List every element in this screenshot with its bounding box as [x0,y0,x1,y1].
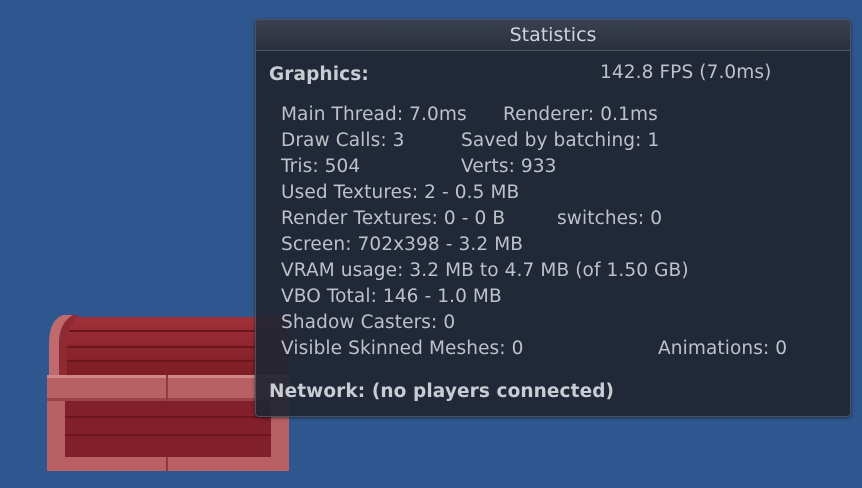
vram-usage-stat: VRAM usage: 3.2 MB to 4.7 MB (of 1.50 GB… [281,260,689,281]
statistics-panel: Statistics Graphics: 142.8 FPS (7.0ms) M… [255,19,851,417]
graphics-heading: Graphics: [269,64,369,85]
visible-skinned-meshes-stat: Visible Skinned Meshes: 0 [281,338,524,359]
saved-by-batching-stat: Saved by batching: 1 [461,130,660,151]
panel-title: Statistics [256,20,850,51]
tris-stat: Tris: 504 [281,156,361,177]
switches-stat: switches: 0 [557,208,663,229]
treasure-chest-icon [47,315,289,471]
screen-stat: Screen: 702x398 - 3.2 MB [281,234,524,255]
animations-stat: Animations: 0 [658,338,788,359]
main-thread-stat: Main Thread: 7.0ms [281,104,467,125]
renderer-stat: Renderer: 0.1ms [503,104,658,125]
render-textures-stat: Render Textures: 0 - 0 B [281,208,506,229]
treasure-chest-object[interactable] [47,313,289,471]
network-status: Network: (no players connected) [269,381,615,402]
shadow-casters-stat: Shadow Casters: 0 [281,312,456,333]
draw-calls-stat: Draw Calls: 3 [281,130,405,151]
fps-readout: 142.8 FPS (7.0ms) [600,62,772,83]
vbo-total-stat: VBO Total: 146 - 1.0 MB [281,286,502,307]
used-textures-stat: Used Textures: 2 - 0.5 MB [281,182,520,203]
verts-stat: Verts: 933 [461,156,557,177]
